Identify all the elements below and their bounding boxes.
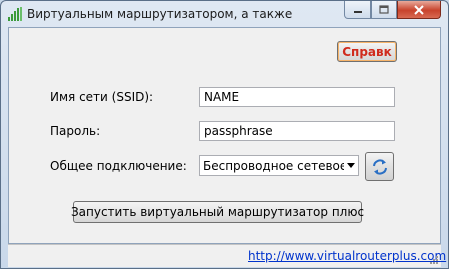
refresh-icon bbox=[372, 158, 387, 175]
status-bar: http://www.virtualrouterplus.com bbox=[8, 244, 446, 267]
dialog-body: Справк Имя сети (SSID): NAME Пароль: pas… bbox=[8, 27, 441, 244]
close-icon bbox=[414, 4, 424, 15]
maximize-icon bbox=[379, 4, 389, 14]
shared-connection-select[interactable]: Беспроводное сетевое сое, bbox=[199, 155, 359, 176]
app-window: Виртуальным маршрутизатором, а также Спр… bbox=[0, 0, 449, 269]
title-bar[interactable]: Виртуальным маршрутизатором, а также bbox=[1, 1, 448, 27]
close-button[interactable] bbox=[397, 1, 441, 19]
ssid-label: Имя сети (SSID): bbox=[50, 90, 154, 104]
shared-connection-label: Общее подключение: bbox=[50, 159, 187, 173]
signal-bars-icon bbox=[8, 7, 22, 21]
website-link[interactable]: http://www.virtualrouterplus.com bbox=[248, 249, 446, 263]
shared-connection-value: Беспроводное сетевое сое, bbox=[203, 158, 344, 173]
help-button[interactable]: Справк bbox=[337, 41, 397, 62]
refresh-button[interactable] bbox=[365, 152, 394, 181]
window-title: Виртуальным маршрутизатором, а также bbox=[27, 7, 293, 21]
ssid-input[interactable]: NAME bbox=[199, 87, 395, 107]
resize-grip-icon[interactable] bbox=[429, 255, 439, 265]
start-router-button[interactable]: Запустить виртуальный маршрутизатор плюс bbox=[71, 201, 364, 223]
password-label: Пароль: bbox=[50, 124, 101, 138]
minimize-button[interactable] bbox=[344, 1, 371, 19]
maximize-button[interactable] bbox=[371, 1, 397, 19]
password-input[interactable]: passphrase bbox=[199, 121, 395, 141]
dropdown-arrow-icon[interactable] bbox=[344, 156, 358, 175]
minimize-icon bbox=[353, 10, 362, 13]
